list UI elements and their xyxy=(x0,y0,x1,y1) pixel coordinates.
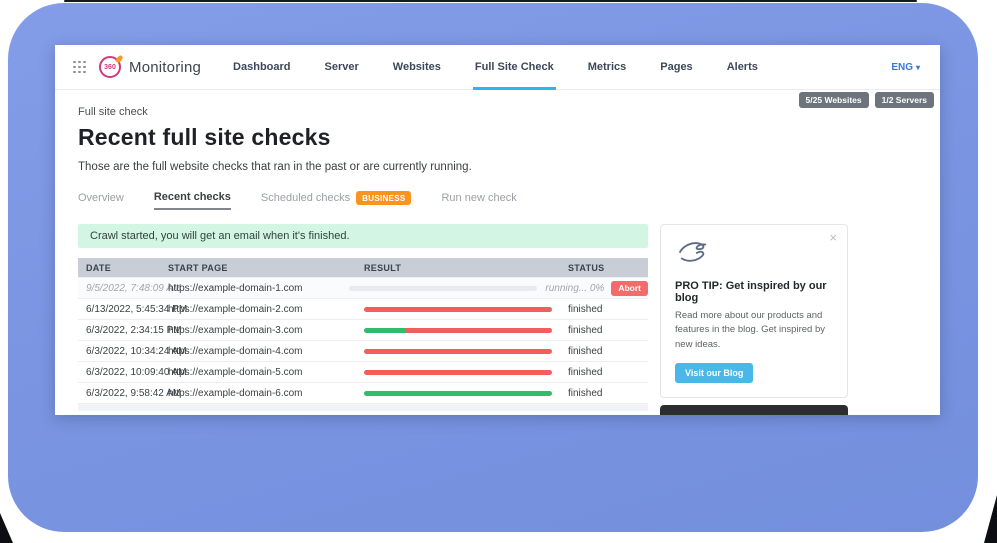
page-subtitle: Those are the full website checks that r… xyxy=(78,161,917,173)
language-selector[interactable]: ENG ▾ xyxy=(891,62,920,73)
language-label: ENG xyxy=(891,62,913,73)
result-bar xyxy=(364,349,552,354)
result-bar xyxy=(364,307,552,312)
nav-item-full-site-check[interactable]: Full Site Check xyxy=(473,45,556,90)
abort-button[interactable]: Abort xyxy=(611,281,648,296)
check-url: https://example-domain-5.com xyxy=(160,367,356,378)
breadcrumb: Full site check xyxy=(78,106,917,118)
result-bar xyxy=(364,391,552,396)
frame-accent-bottom-right xyxy=(984,495,997,543)
check-status: finished xyxy=(560,325,602,336)
brand-logo-text: 360 xyxy=(104,64,116,71)
check-date: 6/3/2022, 9:58:42 AM xyxy=(78,388,160,399)
main-nav: Dashboard Server Websites Full Site Chec… xyxy=(231,45,790,90)
col-header-date: DATE xyxy=(78,263,160,273)
result-bar xyxy=(364,370,552,375)
protip-card: × PRO TIP: Get inspired by our blog Read… xyxy=(660,224,848,398)
app-launcher-icon[interactable] xyxy=(73,61,86,74)
col-header-result: RESULT xyxy=(356,263,560,273)
tab-run-new-check-label: Run new check xyxy=(441,192,516,204)
close-icon[interactable]: × xyxy=(829,231,837,244)
check-date: 6/3/2022, 10:09:40 AM xyxy=(78,367,160,378)
tab-scheduled-checks-label: Scheduled checks xyxy=(261,192,350,204)
check-status: finished xyxy=(560,367,602,378)
brand-logo[interactable]: 360 xyxy=(99,56,121,78)
tab-overview[interactable]: Overview xyxy=(78,192,124,209)
sidebar-column: × PRO TIP: Get inspired by our blog Read… xyxy=(660,224,848,415)
check-status: finished xyxy=(560,346,602,357)
app-window: 360 Monitoring Dashboard Server Websites… xyxy=(55,45,940,415)
visit-blog-button[interactable]: Visit our Blog xyxy=(675,363,753,383)
websites-usage-badge[interactable]: 5/25 Websites xyxy=(799,92,869,108)
tab-recent-checks[interactable]: Recent checks xyxy=(154,191,231,210)
col-header-status: STATUS xyxy=(560,263,648,273)
check-url: https://example-domain-3.com xyxy=(160,325,356,336)
marketing-canvas: 360 Monitoring Dashboard Server Websites… xyxy=(0,0,997,543)
app-bar: 360 Monitoring Dashboard Server Websites… xyxy=(55,45,940,90)
success-banner: Crawl started, you will get an email whe… xyxy=(78,224,648,248)
tab-run-new-check[interactable]: Run new check xyxy=(441,192,516,209)
checks-table: DATE START PAGE RESULT STATUS 9/5/2022, … xyxy=(78,258,648,411)
tab-bar: Overview Recent checks Scheduled checks … xyxy=(78,191,917,210)
nav-item-pages[interactable]: Pages xyxy=(658,45,694,90)
checks-column: Crawl started, you will get an email whe… xyxy=(78,224,648,411)
status-card: Status SERVERS 0 open alert(s) 0 servers… xyxy=(660,405,848,415)
frame-accent-top xyxy=(64,0,917,2)
frame-accent-bottom-left xyxy=(0,513,13,543)
chevron-down-icon: ▾ xyxy=(916,63,920,72)
table-row[interactable]: 6/3/2022, 10:34:24 AM https://example-do… xyxy=(78,340,648,361)
table-row[interactable]: 6/3/2022, 2:34:15 PM https://example-dom… xyxy=(78,319,648,340)
business-badge: BUSINESS xyxy=(356,191,411,205)
tab-overview-label: Overview xyxy=(78,192,124,204)
result-bar xyxy=(364,328,552,333)
progress-bar xyxy=(349,286,537,291)
col-header-start-page: START PAGE xyxy=(160,263,356,273)
nav-item-dashboard[interactable]: Dashboard xyxy=(231,45,292,90)
table-row[interactable]: 6/13/2022, 5:45:34 PM https://example-do… xyxy=(78,298,648,319)
brand-name: Monitoring xyxy=(129,59,201,76)
nav-item-alerts[interactable]: Alerts xyxy=(725,45,760,90)
tab-recent-checks-label: Recent checks xyxy=(154,191,231,203)
table-row-partial xyxy=(78,403,648,411)
protip-body: Read more about our products and feature… xyxy=(675,309,833,352)
check-url: https://example-domain-1.com xyxy=(160,283,341,294)
check-status: running... 0% xyxy=(537,283,604,294)
check-date: 6/3/2022, 2:34:15 PM xyxy=(78,325,160,336)
check-status: finished xyxy=(560,304,602,315)
inspiration-doodle-icon xyxy=(675,238,713,266)
check-url: https://example-domain-2.com xyxy=(160,304,356,315)
nav-item-server[interactable]: Server xyxy=(323,45,361,90)
check-status: finished xyxy=(560,388,602,399)
nav-item-websites[interactable]: Websites xyxy=(391,45,443,90)
servers-usage-badge[interactable]: 1/2 Servers xyxy=(875,92,934,108)
table-header: DATE START PAGE RESULT STATUS xyxy=(78,258,648,277)
check-date: 9/5/2022, 7:48:09 AM xyxy=(78,283,160,294)
nav-item-metrics[interactable]: Metrics xyxy=(586,45,629,90)
page-content: 5/25 Websites 1/2 Servers Full site chec… xyxy=(55,90,940,415)
table-row[interactable]: 6/3/2022, 9:58:42 AM https://example-dom… xyxy=(78,382,648,403)
flame-icon xyxy=(115,54,124,63)
table-row[interactable]: 6/3/2022, 10:09:40 AM https://example-do… xyxy=(78,361,648,382)
usage-badges: 5/25 Websites 1/2 Servers xyxy=(799,92,934,108)
check-date: 6/13/2022, 5:45:34 PM xyxy=(78,304,160,315)
tab-scheduled-checks[interactable]: Scheduled checks BUSINESS xyxy=(261,191,412,210)
check-url: https://example-domain-4.com xyxy=(160,346,356,357)
page-title: Recent full site checks xyxy=(78,124,917,151)
check-date: 6/3/2022, 10:34:24 AM xyxy=(78,346,160,357)
check-url: https://example-domain-6.com xyxy=(160,388,356,399)
table-row[interactable]: 9/5/2022, 7:48:09 AM https://example-dom… xyxy=(78,277,648,298)
protip-title: PRO TIP: Get inspired by our blog xyxy=(675,280,833,304)
